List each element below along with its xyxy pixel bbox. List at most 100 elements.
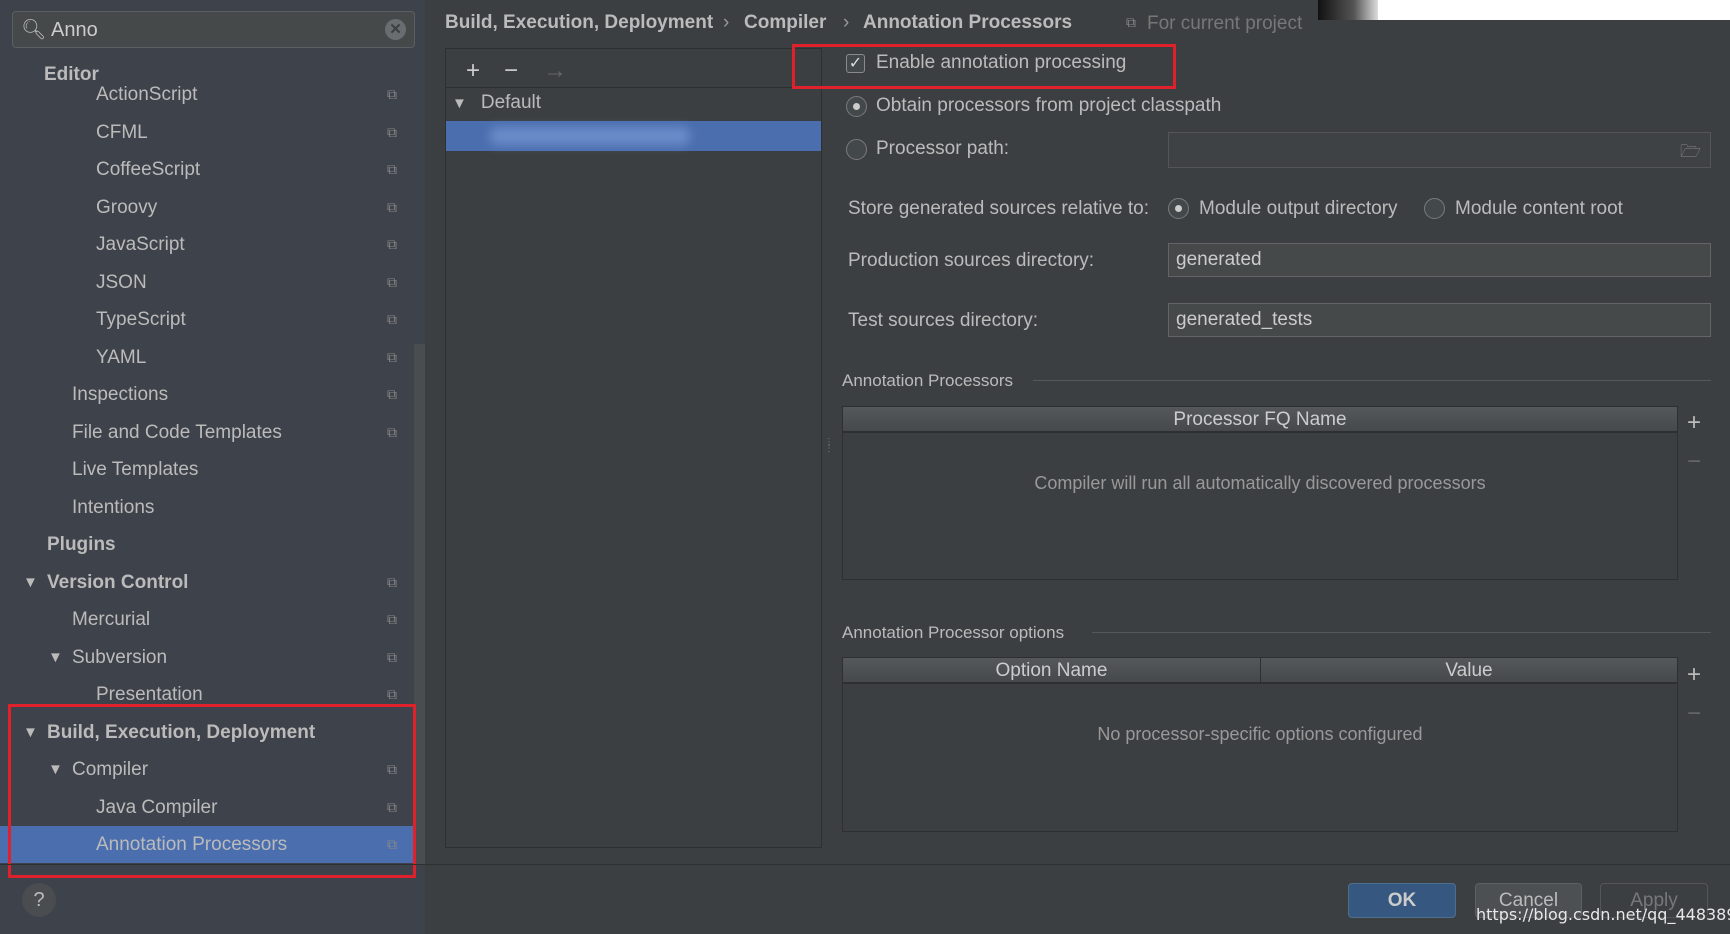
sidebar-item-label: Groovy — [96, 196, 158, 218]
column-header[interactable]: Value — [1261, 658, 1677, 684]
enable-processing-checkbox[interactable]: ✓ — [846, 54, 865, 73]
project-scope-icon: ⧉ — [387, 273, 397, 290]
highlight-box — [8, 704, 416, 878]
divider — [1092, 632, 1711, 633]
blurred-module-name — [490, 127, 690, 145]
project-scope-icon: ⧉ — [387, 611, 397, 627]
sidebar-item[interactable]: JSON ⧉ — [0, 264, 414, 301]
sidebar-item-label: JavaScript — [96, 234, 185, 255]
ok-button[interactable]: OK — [1348, 883, 1456, 918]
help-button[interactable]: ? — [22, 883, 56, 917]
sidebar-item[interactable]: Groovy ⧉ — [0, 189, 414, 226]
sidebar-item[interactable]: Intentions — [0, 489, 414, 526]
options-section-title: Annotation Processor options — [842, 623, 1065, 642]
production-dir-input[interactable]: generated — [1168, 243, 1711, 277]
project-scope-icon: ⧉ — [387, 311, 397, 327]
project-scope-icon: ⧉ — [387, 123, 397, 140]
clear-search-icon[interactable]: ✕ — [385, 19, 406, 40]
project-scope-icon: ⧉ — [387, 386, 397, 402]
column-header[interactable]: Option Name — [843, 658, 1261, 684]
sidebar-item[interactable]: Plugins — [0, 526, 414, 563]
sidebar-item[interactable]: CoffeeScript ⧉ — [0, 151, 414, 188]
breadcrumb-separator: › — [843, 12, 850, 33]
project-scope-icon: ⧉ — [387, 236, 397, 252]
module-output-label: Module output directory — [1199, 198, 1398, 219]
project-scope-icon: ⧉ — [387, 648, 397, 665]
options-table: Option Name Value No processor-specific … — [842, 657, 1678, 832]
module-content-radio[interactable] — [1424, 198, 1445, 219]
test-dir-label: Test sources directory: — [848, 310, 1039, 331]
column-header[interactable]: Processor FQ Name — [843, 407, 1677, 433]
profile-label: Default — [480, 92, 542, 113]
sidebar-item[interactable]: JavaScript ⧉ — [0, 226, 414, 263]
sidebar-item[interactable]: ▼ Version Control ⧉ — [0, 564, 414, 601]
breadcrumb-item: Compiler — [744, 12, 827, 33]
processor-path-input[interactable] — [1168, 132, 1711, 168]
sidebar-item[interactable]: Inspections ⧉ — [0, 376, 414, 413]
profile-default[interactable]: ▼ Default — [452, 92, 541, 114]
remove-option-button[interactable]: − — [1687, 700, 1701, 728]
search-field[interactable]: 🔍︎ Anno ✕ — [12, 11, 415, 48]
sidebar-item-label: CFML — [96, 121, 148, 143]
remove-processor-button[interactable]: − — [1687, 448, 1701, 476]
sidebar-item-label: Version Control — [47, 571, 189, 593]
sidebar-item[interactable]: Live Templates — [0, 451, 414, 488]
remove-profile-button[interactable]: − — [504, 57, 518, 85]
move-profile-button[interactable]: → — [543, 57, 567, 85]
sidebar-item-label: Live Templates — [72, 459, 199, 480]
module-content-label: Module content root — [1455, 198, 1623, 219]
expand-arrow-icon: ▼ — [452, 95, 467, 112]
processors-table: Processor FQ Name Compiler will run all … — [842, 406, 1678, 580]
overlay-image — [1318, 0, 1730, 20]
project-scope-icon: ⧉ — [387, 161, 397, 177]
sidebar-item-label: File and Code Templates — [72, 421, 282, 443]
sidebar-item-label: Plugins — [47, 534, 116, 555]
project-scope-icon: ⧉ — [387, 348, 397, 365]
divider — [445, 87, 822, 88]
add-profile-button[interactable]: + — [466, 57, 480, 85]
watermark: https://blog.csdn.net/qq_44838943 — [1476, 905, 1730, 924]
store-relative-label: Store generated sources relative to: — [848, 198, 1150, 219]
sidebar-item[interactable]: ActionScript ⧉ — [0, 76, 414, 113]
expand-arrow-icon[interactable]: ▼ — [48, 639, 63, 676]
sidebar-item-label: Subversion — [72, 646, 168, 668]
breadcrumb-item: Build, Execution, Deployment — [445, 12, 714, 33]
module-output-radio[interactable] — [1168, 198, 1189, 219]
test-dir-input[interactable]: generated_tests — [1168, 303, 1711, 337]
sidebar-item[interactable]: TypeScript ⧉ — [0, 301, 414, 338]
obtain-classpath-label: Obtain processors from project classpath — [876, 95, 1222, 116]
project-scope-icon: ⧉ — [1126, 14, 1136, 30]
project-scope-icon: ⧉ — [387, 86, 397, 102]
breadcrumb-item: Annotation Processors — [863, 12, 1073, 33]
sidebar-item-label: CoffeeScript — [96, 159, 201, 180]
splitter-handle[interactable]: ⋮ ⋮ — [824, 438, 834, 454]
folder-icon[interactable]: 🗁 — [1680, 139, 1701, 168]
sidebar-item[interactable]: File and Code Templates ⧉ — [0, 414, 414, 451]
processor-path-label: Processor path: — [876, 138, 1010, 159]
sidebar-item[interactable]: CFML ⧉ — [0, 114, 414, 151]
empty-message: Compiler will run all automatically disc… — [1034, 473, 1486, 493]
add-option-button[interactable]: + — [1687, 661, 1701, 689]
sidebar-item-label: YAML — [96, 346, 147, 368]
processors-section-title: Annotation Processors — [842, 371, 1014, 390]
sidebar-item-label: Intentions — [72, 496, 155, 518]
search-input[interactable]: Anno — [51, 19, 98, 42]
expand-arrow-icon[interactable]: ▼ — [23, 564, 38, 601]
project-scope-icon: ⧉ — [387, 423, 397, 440]
sidebar-item-label: TypeScript — [96, 309, 186, 330]
sidebar-item-label: Mercurial — [72, 609, 151, 630]
breadcrumb-separator: › — [723, 12, 730, 33]
add-processor-button[interactable]: + — [1687, 409, 1701, 437]
scope-label: For current project — [1147, 13, 1303, 34]
sidebar-item[interactable]: YAML ⧉ — [0, 339, 414, 376]
project-scope-icon: ⧉ — [387, 198, 397, 215]
sidebar-item[interactable]: Mercurial ⧉ — [0, 601, 414, 638]
processor-path-radio[interactable] — [846, 139, 867, 160]
empty-message: No processor-specific options configured — [1097, 724, 1423, 744]
search-icon: 🔍︎ — [21, 19, 47, 41]
sidebar-item[interactable]: ▼ Subversion ⧉ — [0, 639, 414, 676]
project-scope-icon: ⧉ — [387, 573, 397, 590]
obtain-classpath-radio[interactable] — [846, 96, 867, 117]
profiles-panel: + − → — [445, 48, 822, 848]
sidebar-item-label: Inspections — [72, 384, 169, 405]
